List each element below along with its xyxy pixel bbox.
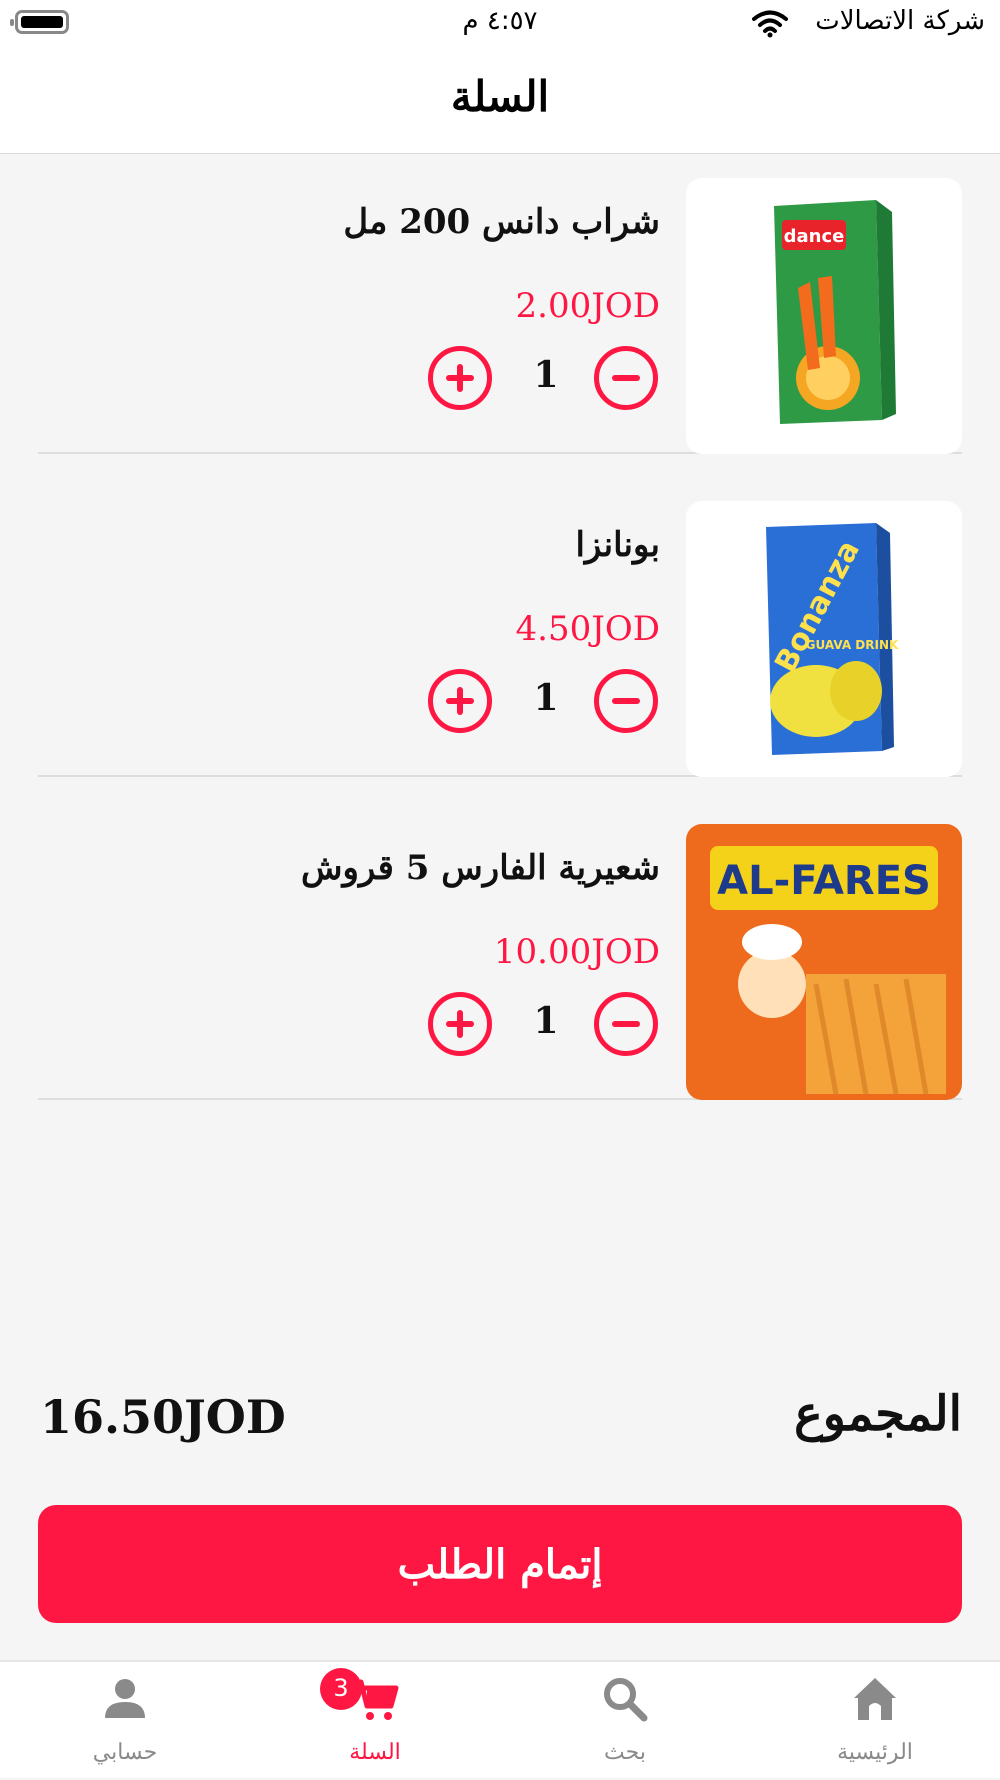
- tab-label: بحث: [604, 1740, 646, 1765]
- tab-bar: حسابي 3 السلة بحث الرئيسية: [0, 1660, 1000, 1778]
- product-image[interactable]: AL-FARES: [686, 824, 962, 1100]
- tab-label: السلة: [349, 1740, 401, 1765]
- svg-text:GUAVA DRINK: GUAVA DRINK: [806, 638, 899, 652]
- cart-count-badge: 3: [320, 1668, 362, 1710]
- product-name: شراب دانس 200 مل: [343, 202, 660, 242]
- tab-search[interactable]: بحث: [500, 1662, 750, 1780]
- product-price: 10.00JOD: [493, 932, 660, 972]
- person-icon: [105, 1679, 145, 1718]
- home-icon: [854, 1678, 896, 1720]
- total-label: المجموع: [794, 1386, 962, 1442]
- cart-item: dance شراب دانس 200 مل 2.00JOD 1: [38, 154, 962, 454]
- tab-label: حسابي: [92, 1740, 158, 1765]
- total-value: 16.50JOD: [40, 1390, 286, 1444]
- header: السلة: [0, 50, 1000, 154]
- product-image[interactable]: dance: [686, 178, 962, 454]
- checkout-button[interactable]: إتمام الطلب: [38, 1505, 962, 1623]
- svg-text:AL-FARES: AL-FARES: [717, 858, 931, 904]
- tab-account[interactable]: حسابي: [0, 1662, 250, 1780]
- tab-label: الرئيسية: [837, 1740, 913, 1765]
- product-price: 2.00JOD: [515, 286, 660, 326]
- status-time: ٤:٥٧ م: [462, 6, 538, 36]
- cart-item: Bonanza GUAVA DRINK بونانزا 4.50JOD 1: [38, 477, 962, 777]
- svg-text:dance: dance: [784, 226, 845, 247]
- wifi-icon: [752, 10, 788, 38]
- tab-cart[interactable]: 3 السلة: [250, 1662, 500, 1780]
- product-name: شعيرية الفارس 5 قروش: [300, 848, 660, 888]
- decrease-quantity-button[interactable]: [594, 669, 658, 733]
- page-title: السلة: [450, 72, 550, 121]
- product-image[interactable]: Bonanza GUAVA DRINK: [686, 501, 962, 777]
- status-bar: ٤:٥٧ م شركة الاتصالات: [0, 0, 1000, 50]
- search-icon: [604, 1678, 648, 1722]
- battery-icon: [10, 10, 69, 34]
- tab-home[interactable]: الرئيسية: [750, 1662, 1000, 1780]
- quantity-value: 1: [533, 677, 559, 719]
- cart-item: AL-FARES شعيرية الفارس 5 قروش 10.00JOD 1: [38, 800, 962, 1100]
- quantity-value: 1: [533, 354, 559, 396]
- decrease-quantity-button[interactable]: [594, 346, 658, 410]
- increase-quantity-button[interactable]: [428, 992, 492, 1056]
- product-name: بونانزا: [575, 525, 660, 565]
- increase-quantity-button[interactable]: [428, 669, 492, 733]
- decrease-quantity-button[interactable]: [594, 992, 658, 1056]
- product-price: 4.50JOD: [515, 609, 660, 649]
- quantity-value: 1: [533, 1000, 559, 1042]
- carrier-name: شركة الاتصالات: [815, 6, 985, 36]
- increase-quantity-button[interactable]: [428, 346, 492, 410]
